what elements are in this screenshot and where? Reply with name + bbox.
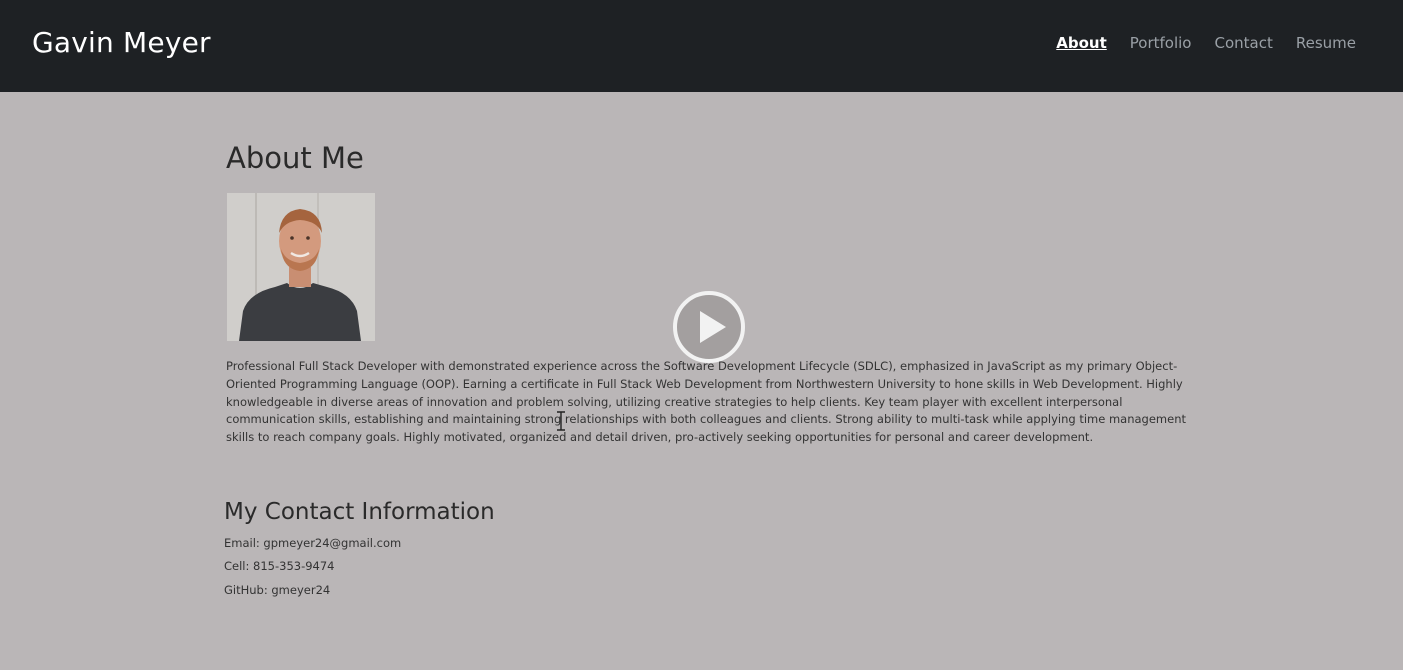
brand-title[interactable]: Gavin Meyer [32, 26, 211, 59]
contact-heading: My Contact Information [224, 499, 495, 525]
nav-link-contact[interactable]: Contact [1215, 34, 1273, 52]
bio-paragraph: Professional Full Stack Developer with d… [226, 359, 1187, 445]
nav-link-resume[interactable]: Resume [1296, 34, 1356, 52]
about-heading: About Me [226, 141, 364, 175]
contact-github[interactable]: GitHub: gmeyer24 [224, 583, 330, 597]
profile-photo [227, 193, 375, 341]
contact-email[interactable]: Email: gpmeyer24@gmail.com [224, 536, 401, 550]
nav-menu: About Portfolio Contact Resume [1056, 34, 1356, 52]
nav-link-portfolio[interactable]: Portfolio [1130, 34, 1192, 52]
contact-cell[interactable]: Cell: 815-353-9474 [224, 559, 335, 573]
play-icon [673, 291, 745, 363]
text-cursor-icon [557, 411, 565, 431]
main-content: About Me Professional Full Stack Develop… [0, 92, 1403, 670]
play-button[interactable] [672, 290, 746, 364]
nav-link-about[interactable]: About [1056, 34, 1107, 52]
navbar: Gavin Meyer About Portfolio Contact Resu… [0, 0, 1403, 92]
